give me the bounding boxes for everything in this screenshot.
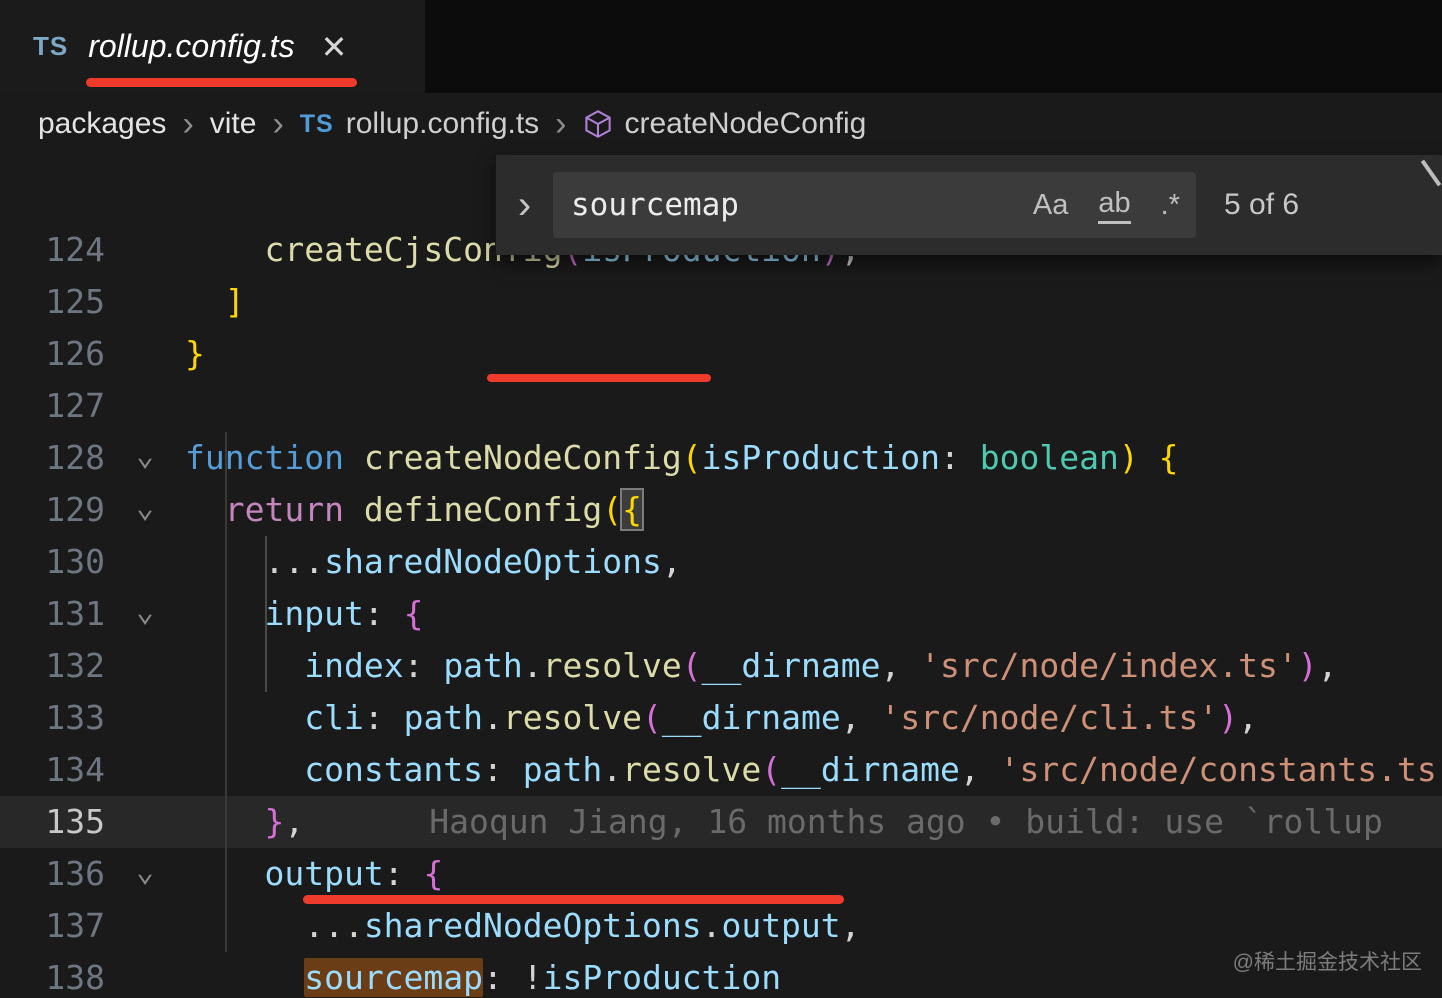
code-line[interactable]: 138 sourcemap: !isProduction [0,952,1442,998]
find-match-count: 5 of 6 [1224,188,1300,221]
chevron-right-icon: › [182,105,194,143]
code-lines: 124 createCjsConfig(isProduction),125 ]1… [0,224,1442,998]
git-blame-annotation: Haoqun Jiang, 16 months ago • build: use… [429,802,1383,841]
line-number: 126 [45,334,105,373]
line-number: 128 [45,438,105,477]
breadcrumb-item-file[interactable]: rollup.config.ts [346,107,539,141]
code-line[interactable]: 132 index: path.resolve(__dirname, 'src/… [0,640,1442,692]
code-line[interactable]: 127 [0,380,1442,432]
code-text: } [185,334,205,373]
breadcrumb-item-packages[interactable]: packages [38,107,166,141]
line-number: 130 [45,542,105,581]
tab-title: rollup.config.ts [88,28,295,64]
code-text: function createNodeConfig(isProduction: … [185,438,1179,477]
fold-chevron-icon[interactable]: ⌄ [105,432,185,484]
line-number: 125 [45,282,105,321]
breadcrumb-item-symbol[interactable]: createNodeConfig [625,107,867,141]
line-number: 138 [45,958,105,997]
code-line[interactable]: 131 ⌄ input: { [0,588,1442,640]
line-number: 131 [45,594,105,633]
code-text: ...sharedNodeOptions, [185,542,682,581]
code-text: output: { [264,854,444,893]
annotation-underline-tab [86,78,357,87]
annotation-underline-create-node-config [487,374,711,382]
line-number: 133 [45,698,105,737]
code-line[interactable]: 133 cli: path.resolve(__dirname, 'src/no… [0,692,1442,744]
line-number: 127 [45,386,105,425]
code-line[interactable]: 136 ⌄ output: { [0,848,1442,900]
code-text: index: path.resolve(__dirname, 'src/node… [304,646,1338,685]
find-widget: › sourcemap Aa ab .* 5 of 6 [495,155,1442,255]
breadcrumb: packages › vite › TS rollup.config.ts › … [0,93,1442,155]
close-icon[interactable]: ✕ [321,28,348,66]
code-text: constants: path.resolve(__dirname, 'src/… [304,750,1442,789]
line-number: 136 [45,854,105,893]
line-number: 132 [45,646,105,685]
code-line[interactable]: 128 ⌄ function createNodeConfig(isProducti… [0,432,1442,484]
chevron-right-icon: › [555,105,567,143]
code-text: }, Haoqun Jiang, 16 months ago • build: u… [264,802,1383,841]
line-number: 124 [45,230,105,269]
code-text: ] [224,282,245,321]
fold-chevron-icon[interactable]: ⌄ [105,484,185,536]
find-input[interactable]: sourcemap Aa ab .* [553,172,1196,238]
typescript-file-icon: TS [299,109,334,138]
code-line[interactable]: 130 ...sharedNodeOptions, [0,536,1442,588]
line-number: 134 [45,750,105,789]
find-query-text[interactable]: sourcemap [571,187,1033,223]
typescript-file-icon: TS [33,31,69,61]
indent-guide [265,536,267,692]
code-line[interactable]: 126} [0,328,1442,380]
code-text: input: { [264,594,424,633]
code-line[interactable]: 125 ] [0,276,1442,328]
line-number: 137 [45,906,105,945]
whole-word-toggle[interactable]: ab [1098,187,1131,224]
find-collapse-chevron-icon[interactable]: › [496,185,553,225]
code-line[interactable]: 135 }, Haoqun Jiang, 16 months ago • buil… [0,796,1442,848]
code-text: ...sharedNodeOptions.output, [185,906,861,945]
previous-match-arrow-icon[interactable] [1420,159,1442,187]
fold-chevron-icon[interactable]: ⌄ [105,848,185,900]
chevron-right-icon: › [272,105,284,143]
annotation-underline-sourcemap [303,895,844,904]
line-number: 135 [45,802,105,841]
regex-toggle[interactable]: .* [1161,189,1180,222]
code-line[interactable]: 129 ⌄ return defineConfig({ [0,484,1442,536]
code-line[interactable]: 134 constants: path.resolve(__dirname, '… [0,744,1442,796]
line-number: 129 [45,490,105,529]
code-text: cli: path.resolve(__dirname, 'src/node/c… [304,698,1258,737]
code-text: return defineConfig({ [224,488,645,531]
watermark: @稀土掘金技术社区 [1232,951,1422,974]
indent-guide [225,432,227,952]
code-line[interactable]: 137 ...sharedNodeOptions.output, [0,900,1442,952]
symbol-cube-icon [583,109,613,139]
breadcrumb-item-vite[interactable]: vite [210,107,257,141]
fold-chevron-icon[interactable]: ⌄ [105,588,185,640]
match-case-toggle[interactable]: Aa [1033,189,1068,222]
